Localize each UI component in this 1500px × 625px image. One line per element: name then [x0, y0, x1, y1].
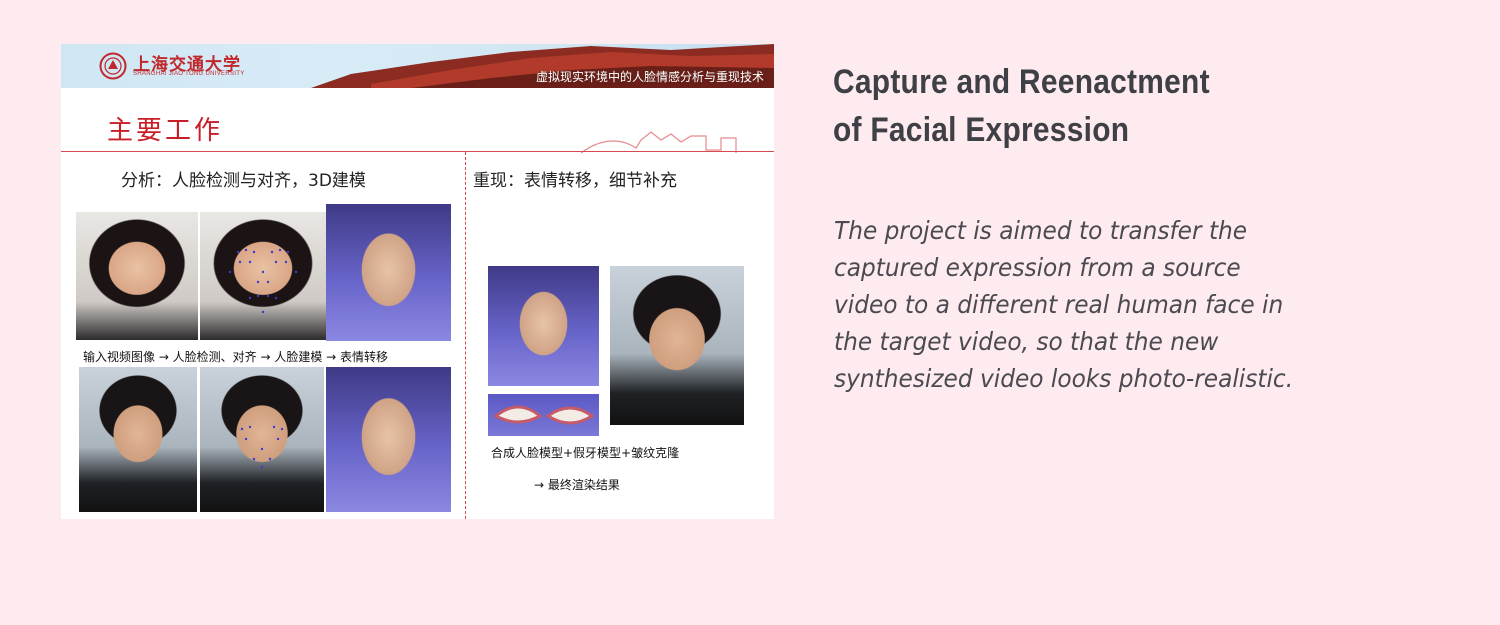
slide-banner: 上海交通大学 SHANGHAI JIAO TONG UNIVERSITY 虚拟现…: [61, 44, 774, 88]
landmark-face-image: [200, 212, 326, 340]
reenactment-heading: 重现：表情转移，细节补充: [473, 171, 677, 191]
target-landmark-image: [200, 367, 324, 512]
analysis-heading: 分析：人脸检测与对齐，3D建模: [121, 171, 366, 191]
target-input-image: [79, 367, 197, 512]
university-name-en: SHANGHAI JIAO TONG UNIVERSITY: [133, 71, 245, 77]
pipeline-caption: 输入视频图像 → 人脸检测、对齐 → 人脸建模 → 表情转移: [83, 350, 389, 364]
teeth-icon: [493, 405, 595, 425]
slide-image: 上海交通大学 SHANGHAI JIAO TONG UNIVERSITY 虚拟现…: [61, 44, 774, 519]
teeth-model-image: [488, 394, 599, 436]
synthesized-model-image: [488, 266, 599, 386]
banner-text: 虚拟现实环境中的人脸情感分析与重现技术: [535, 70, 764, 84]
face-3d-model-image: [326, 204, 451, 341]
target-landmark-points: [240, 425, 284, 469]
slide-title: 主要工作: [107, 116, 224, 146]
final-render-caption: → 最终渲染结果: [534, 478, 620, 492]
title-divider: [61, 151, 774, 152]
target-3d-model-image: [326, 367, 451, 512]
project-description: The project is aimed to transfer the cap…: [834, 216, 1294, 393]
final-render-image: [610, 266, 744, 425]
project-heading: Capture and Reenactment of Facial Expres…: [833, 63, 1210, 149]
section-divider: [465, 152, 466, 519]
synthesis-caption: 合成人脸模型+假牙模型+皱纹克隆: [491, 446, 680, 460]
landmark-points: [228, 248, 298, 314]
input-face-image: [76, 212, 198, 340]
university-logo: [99, 52, 127, 80]
